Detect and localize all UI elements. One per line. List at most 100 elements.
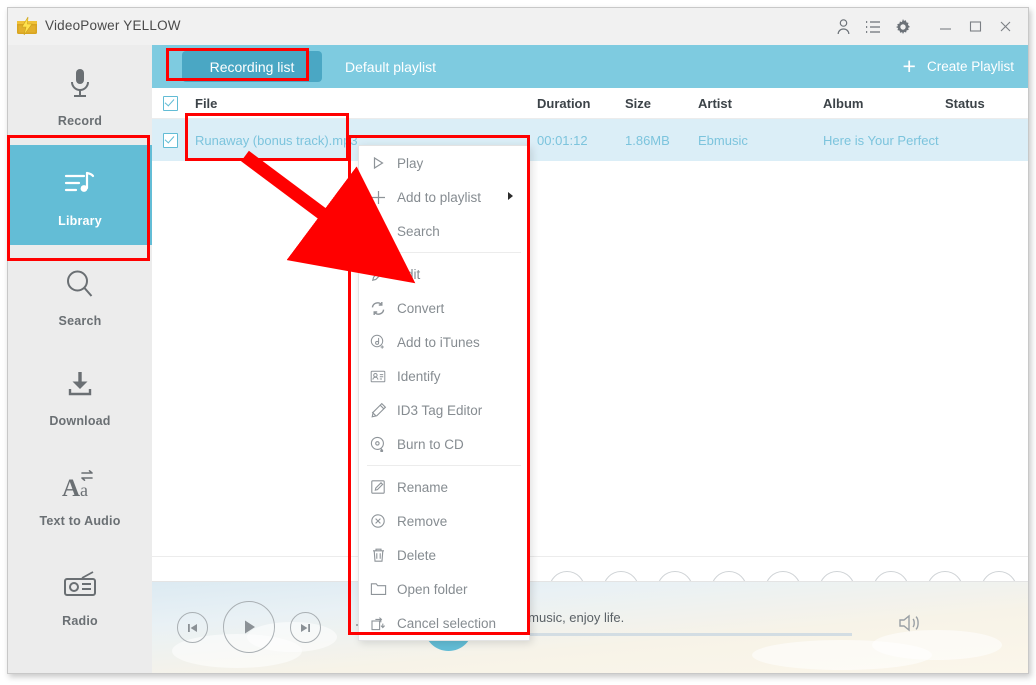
menu-item-label: Cancel selection <box>397 615 497 631</box>
add-to-itunes-icon <box>359 334 397 350</box>
sidebar-item-label: Radio <box>62 613 98 628</box>
lightning-logo-icon <box>16 16 38 36</box>
sidebar-item-text-to-audio[interactable]: A a Text to Audio <box>8 445 152 545</box>
minimize-icon[interactable] <box>930 8 960 45</box>
table-header: File Duration Size Artist Album Status <box>152 88 1028 119</box>
sidebar-item-label: Library <box>58 213 102 228</box>
svg-text:a: a <box>80 480 88 500</box>
menu-item-delete[interactable]: Delete <box>359 538 529 572</box>
pencil-icon <box>359 267 397 282</box>
search-icon <box>64 263 96 305</box>
remove-circle-icon <box>359 513 397 529</box>
column-header-duration[interactable]: Duration <box>537 88 590 118</box>
text-to-audio-icon: A a <box>60 463 100 505</box>
progress-bar[interactable] <box>492 630 852 639</box>
chevron-right-icon <box>508 192 513 200</box>
menu-item-label: Add to iTunes <box>397 334 480 350</box>
menu-item-add-to-itunes[interactable]: Add to iTunes <box>359 325 529 359</box>
sidebar-item-library[interactable]: Library <box>8 145 152 245</box>
sidebar-item-radio[interactable]: Radio <box>8 545 152 645</box>
menu-item-cancel-selection[interactable]: Cancel selection <box>359 606 529 640</box>
folder-icon <box>359 582 397 596</box>
play-icon <box>359 156 397 170</box>
sidebar-item-search[interactable]: Search <box>8 245 152 345</box>
menu-item-edit[interactable]: Edit <box>359 257 529 291</box>
menu-item-label: Remove <box>397 513 448 529</box>
main-content: Recording list Default playlist + Create… <box>152 45 1028 673</box>
title-bar: VideoPower YELLOW <box>8 8 1028 46</box>
cell-file: Runaway (bonus track).mp3 <box>195 132 358 148</box>
menu-item-label: Play <box>397 155 424 171</box>
menu-item-remove[interactable]: Remove <box>359 504 529 538</box>
tab-bar: Recording list Default playlist + Create… <box>152 45 1028 88</box>
menu-item-label: Delete <box>397 547 437 563</box>
column-header-album[interactable]: Album <box>823 88 863 118</box>
select-all-checkbox[interactable] <box>163 88 178 118</box>
tab-default-playlist[interactable]: Default playlist <box>335 51 446 82</box>
menu-separator <box>367 252 521 253</box>
trash-icon <box>359 547 397 563</box>
row-checkbox[interactable] <box>163 119 178 161</box>
list-icon[interactable] <box>858 8 888 45</box>
svg-text:A: A <box>62 475 80 501</box>
titlebar-icon-group <box>828 8 1020 45</box>
menu-item-convert[interactable]: Convert <box>359 291 529 325</box>
menu-item-label: Search <box>397 223 440 239</box>
sidebar-item-label: Search <box>58 313 102 328</box>
id3-tag-icon <box>359 402 397 419</box>
user-icon[interactable] <box>828 8 858 45</box>
menu-item-play[interactable]: Play <box>359 146 529 180</box>
library-note-icon <box>63 163 97 205</box>
menu-item-search[interactable]: Search <box>359 214 529 248</box>
menu-item-label: Open folder <box>397 581 468 597</box>
column-header-artist[interactable]: Artist <box>698 88 732 118</box>
player-bar: Enjoy music, enjoy life. <box>152 581 1028 673</box>
sidebar-item-download[interactable]: Download <box>8 345 152 445</box>
gear-icon[interactable] <box>888 8 918 45</box>
menu-separator <box>367 465 521 466</box>
cancel-selection-icon <box>359 615 397 632</box>
next-track-button[interactable] <box>290 612 321 643</box>
burn-cd-icon <box>359 436 397 452</box>
menu-item-add-to-playlist[interactable]: Add to playlist <box>359 180 529 214</box>
previous-track-button[interactable] <box>177 612 208 643</box>
menu-item-label: ID3 Tag Editor <box>397 402 483 418</box>
menu-item-label: Edit <box>397 266 421 282</box>
play-button[interactable] <box>223 601 275 653</box>
column-header-status[interactable]: Status <box>945 88 985 118</box>
radio-icon <box>62 563 98 605</box>
context-menu[interactable]: Play Add to playlist Search Edit Convert… <box>358 145 530 641</box>
plus-icon <box>359 190 397 205</box>
rename-icon <box>359 479 397 495</box>
application-window: VideoPower YELLOW Record Library Search … <box>7 7 1029 674</box>
menu-item-label: Identify <box>397 368 441 384</box>
cell-album: Here is Your Perfect <box>823 132 939 148</box>
maximize-icon[interactable] <box>960 8 990 45</box>
menu-item-id3-tag-editor[interactable]: ID3 Tag Editor <box>359 393 529 427</box>
create-playlist-button[interactable]: + Create Playlist <box>903 45 1014 88</box>
tab-label: Default playlist <box>345 58 437 75</box>
cloud-decoration <box>872 630 1002 660</box>
cell-size: 1.86MB <box>625 132 670 148</box>
tab-recording-list[interactable]: Recording list <box>182 51 322 82</box>
create-playlist-label: Create Playlist <box>926 59 1014 74</box>
cell-duration: 00:01:12 <box>537 132 588 148</box>
menu-item-open-folder[interactable]: Open folder <box>359 572 529 606</box>
sidebar-item-label: Text to Audio <box>39 513 121 528</box>
menu-item-identify[interactable]: Identify <box>359 359 529 393</box>
table-row[interactable]: Runaway (bonus track).mp3 00:01:12 1.86M… <box>152 119 1028 161</box>
speaker-icon[interactable] <box>897 612 923 639</box>
download-icon <box>65 363 95 405</box>
column-header-file[interactable]: File <box>195 88 217 118</box>
plus-icon: + <box>902 53 916 79</box>
app-title: VideoPower YELLOW <box>45 18 181 33</box>
menu-item-label: Add to playlist <box>397 189 482 205</box>
search-icon <box>359 224 397 239</box>
cell-artist: Ebmusic <box>698 132 748 148</box>
sidebar-item-record[interactable]: Record <box>8 45 152 145</box>
menu-item-rename[interactable]: Rename <box>359 470 529 504</box>
close-icon[interactable] <box>990 8 1020 45</box>
sidebar-item-label: Download <box>49 413 111 428</box>
column-header-size[interactable]: Size <box>625 88 651 118</box>
menu-item-burn-to-cd[interactable]: Burn to CD <box>359 427 529 461</box>
